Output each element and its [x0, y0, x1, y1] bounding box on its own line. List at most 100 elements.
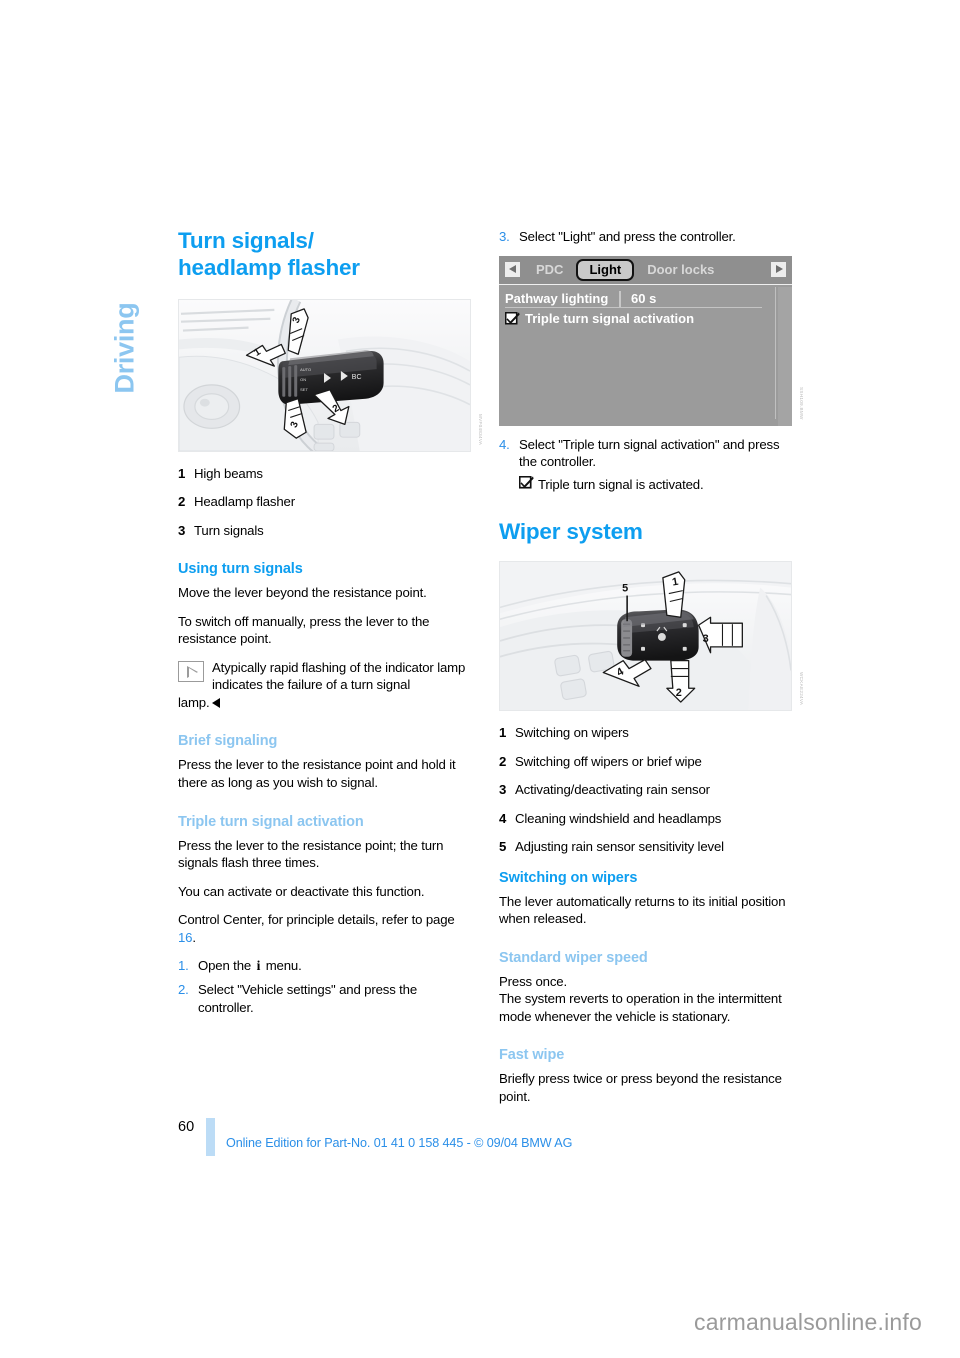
wiper-figure: 5 1 2 3 4 WCKAE224VA [499, 560, 804, 711]
paragraph-triple-2: You can activate or deactivate this func… [178, 883, 425, 899]
legend-label: Activating/deactivating rain sensor [515, 782, 710, 798]
manual-page: Driving Turn signals/ headlamp flasher A… [0, 0, 960, 1358]
legend-item: 2 Switching off wipers or brief wipe [499, 753, 792, 771]
next-menu-arrow-icon[interactable] [771, 262, 786, 278]
heading-switching-on-wipers: Switching on wipers [499, 869, 638, 886]
paragraph-triple-3: Control Center, for principle details, r… [178, 911, 471, 946]
chapter-tab-label: Driving [109, 302, 140, 394]
step4-result-text: Triple turn signal is activated. [538, 476, 704, 492]
heading-using-turn-signals: Using turn signals [178, 561, 303, 578]
page-title-line2: headlamp flasher [178, 254, 360, 280]
turn-signal-indicator-icon [178, 660, 204, 682]
step-label: Select "Triple turn signal activation" a… [519, 436, 780, 470]
step-number: 2. [178, 982, 189, 998]
paragraph-using-1: Move the lever beyond the resistance poi… [178, 585, 427, 601]
step-item: 4. Select "Triple turn signal activation… [499, 436, 792, 471]
legend-number: 5 [499, 839, 507, 855]
legend-number: 4 [499, 810, 507, 826]
page-title-line1: Turn signals/ [178, 228, 314, 253]
idrive-row-label: Triple turn signal activation [525, 310, 695, 326]
legend-number: 1 [178, 465, 186, 481]
heading-triple-turn-signal-activation: Triple turn signal activation [178, 813, 364, 830]
step-item: 3. Select "Light" and press the controll… [499, 228, 792, 246]
legend-label: High beams [194, 465, 263, 481]
step-label: Select "Light" and press the controller. [519, 229, 736, 244]
legend-item: 1 High beams [178, 465, 471, 483]
idrive-row-triple-turn-signal[interactable]: Triple turn signal activation [499, 310, 792, 327]
paragraph-triple-3-text: Control Center, for principle details, r… [178, 912, 455, 928]
idrive-row-label: Pathway lighting [505, 290, 609, 306]
site-watermark: carmanualsonline.info [694, 1309, 922, 1335]
step-text-a: Open the [198, 958, 255, 974]
control-display-light-menu: PDC Light Door locks Pathway lighting 60… [499, 255, 792, 426]
legend-label: Turn signals [194, 522, 264, 538]
tab-door-locks[interactable]: Door locks [637, 262, 724, 277]
step-item: 1. Open the i menu. [178, 957, 471, 975]
svg-text:2: 2 [676, 687, 682, 699]
checkbox-checked-icon[interactable] [504, 311, 520, 325]
figure-id-code: MVF04834VA [478, 414, 483, 446]
paragraph-switching-1: The lever automatically returns to its i… [499, 893, 786, 927]
paragraph-brief-1: Press the lever to the resistance point … [178, 757, 456, 790]
legend-number: 3 [499, 782, 507, 798]
idrive-menu-list: Pathway lighting 60 s Triple turn signal… [499, 285, 792, 327]
step-label: Open the i menu. [198, 957, 471, 975]
paragraph-standard-2: The system reverts to operation in the i… [499, 991, 782, 1024]
footer-accent-bar [206, 1118, 215, 1156]
tab-pdc[interactable]: PDC [526, 262, 573, 277]
heading-fast-wipe: Fast wipe [499, 1047, 565, 1064]
left-column: Turn signals/ headlamp flasher AUTO ON S… [178, 228, 483, 1022]
idrive-row-divider [619, 290, 621, 308]
figure-id-code: SSH109.BMW [799, 386, 804, 420]
page-footer: 60 Online Edition for Part-No. 01 41 0 1… [178, 1118, 792, 1164]
tab-light[interactable]: Light [576, 258, 635, 281]
legend-number: 2 [499, 753, 507, 769]
wiper-stalk-illustration: 5 1 2 3 4 [499, 560, 792, 711]
turn-signal-figure: AUTO ON SET BC 1 3 3 2 MVF04834VA [178, 298, 483, 452]
idrive-row-underline [505, 306, 762, 309]
idrive-figure: PDC Light Door locks Pathway lighting 60… [499, 255, 804, 426]
svg-text:AUTO: AUTO [300, 367, 311, 372]
right-column: 3. Select "Light" and press the controll… [499, 228, 804, 1117]
page-title: Turn signals/ headlamp flasher [178, 228, 471, 282]
paragraph-triple-3-period: . [192, 929, 196, 945]
note-tail: lamp. [178, 694, 471, 712]
heading-wiper-system: Wiper system [499, 519, 643, 545]
note-text: Atypically rapid flashing of the indicat… [212, 659, 466, 693]
svg-text:5: 5 [622, 583, 628, 595]
idrive-row-pathway-lighting[interactable]: Pathway lighting 60 s [499, 290, 792, 308]
note-block: Atypically rapid flashing of the indicat… [178, 659, 471, 712]
legend-item: 1 Switching on wipers [499, 724, 792, 742]
legend-number: 2 [178, 494, 186, 510]
legend-label: Adjusting rain sensor sensitivity level [515, 839, 724, 855]
idrive-row-value: 60 s [631, 290, 657, 306]
heading-standard-wiper-speed: Standard wiper speed [499, 949, 648, 966]
chapter-tab: Driving [105, 228, 145, 398]
step-label: Select "Vehicle settings" and press the … [198, 982, 418, 1015]
paragraph-fast-1: Briefly press twice or press beyond the … [499, 1071, 782, 1104]
step4-result: Triple turn signal is activated. [519, 475, 792, 494]
legend-number: 1 [499, 724, 507, 740]
legend-label: Switching off wipers or brief wipe [515, 753, 702, 769]
note-end-triangle-icon [211, 697, 220, 708]
legend-item: 2 Headlamp flasher [178, 493, 471, 511]
paragraph-using-2: To switch off manually, press the lever … [178, 613, 430, 647]
legend-label: Switching on wipers [515, 724, 629, 740]
legend-item: 3 Turn signals [178, 522, 471, 540]
svg-text:BC: BC [352, 374, 362, 381]
heading-brief-signaling: Brief signaling [178, 733, 278, 750]
footer-edition-text: Online Edition for Part-No. 01 41 0 158 … [226, 1136, 573, 1150]
legend-item: 4 Cleaning windshield and headlamps [499, 810, 792, 828]
turn-signal-legend: 1 High beams 2 Headlamp flasher 3 Turn s… [178, 465, 471, 540]
step-number: 4. [499, 436, 510, 452]
note-tail-text: lamp. [178, 694, 210, 710]
step-item: 2. Select "Vehicle settings" and press t… [178, 981, 471, 1016]
step-number: 3. [499, 229, 510, 244]
svg-text:3: 3 [703, 633, 709, 645]
figure-id-code: WCKAE224VA [799, 671, 804, 705]
paragraph-standard-1: Press once. [499, 973, 567, 989]
page-cross-reference[interactable]: 16 [178, 930, 193, 945]
previous-menu-arrow-icon[interactable] [505, 262, 520, 278]
procedure-steps-left: 1. Open the i menu. 2. Select "Vehicle s… [178, 957, 471, 1016]
idrive-tab-bar: PDC Light Door locks [499, 255, 792, 285]
